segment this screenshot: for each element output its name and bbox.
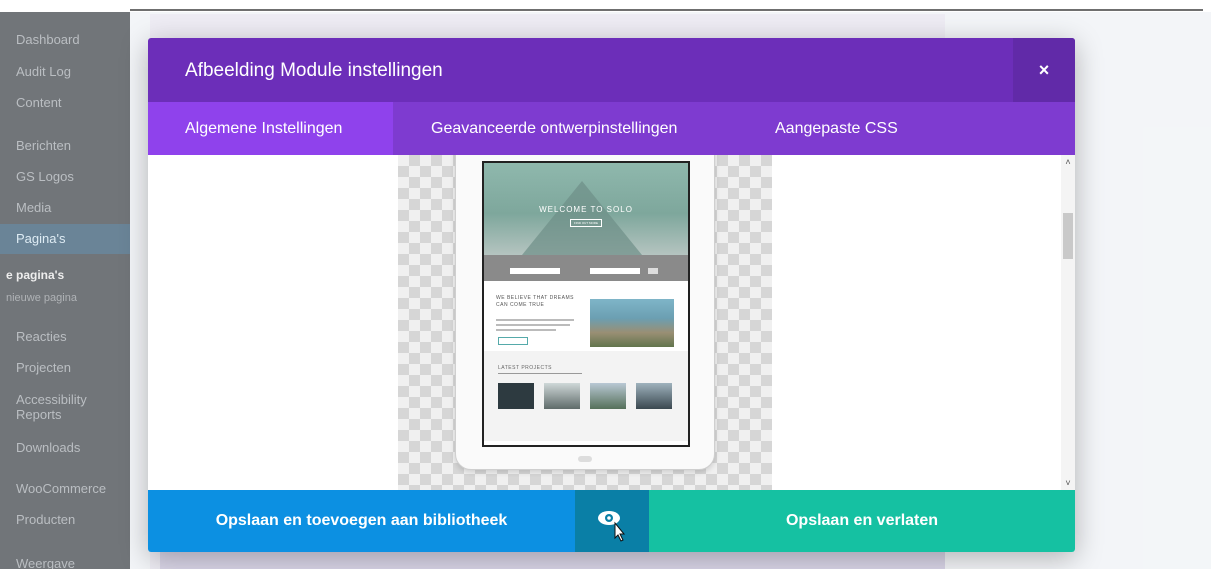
save-and-exit-button[interactable]: Opslaan en verlaten	[649, 490, 1075, 552]
scroll-thumb[interactable]	[1063, 213, 1073, 259]
preview-content-section: WE BELIEVE THAT DREAMS CAN COME TRUE	[484, 281, 688, 351]
save-and-add-to-library-button[interactable]: Opslaan en toevoegen aan bibliotheek	[148, 490, 575, 552]
preview-hero-title: WELCOME TO SOLO	[539, 205, 633, 214]
preview-projects-section: LATEST PROJECTS	[484, 351, 688, 441]
modal-footer: Opslaan en toevoegen aan bibliotheek Ops…	[148, 490, 1075, 552]
eye-cursor-icon	[598, 511, 626, 542]
preview-project-thumb	[636, 383, 672, 409]
mountain-shape	[522, 181, 642, 255]
tab-general-settings[interactable]: Algemene Instellingen	[148, 102, 393, 155]
settings-tabs: Algemene Instellingen Geavanceerde ontwe…	[148, 102, 1075, 155]
modal-title: Afbeelding Module instellingen	[185, 60, 443, 81]
preview-boardwalk-image	[590, 299, 674, 347]
preview-projects-heading: LATEST PROJECTS	[498, 365, 552, 371]
tablet-mockup-image: WELCOME TO SOLO FIND OUT MORE WE BELIEVE…	[455, 155, 715, 470]
preview-project-thumb	[590, 383, 626, 409]
close-button[interactable]: ×	[1013, 38, 1075, 102]
tablet-screen: WELCOME TO SOLO FIND OUT MORE WE BELIEVE…	[482, 161, 690, 447]
preview-project-thumb	[544, 383, 580, 409]
preview-hero-button: FIND OUT MORE	[570, 219, 602, 227]
tab-custom-css[interactable]: Aangepaste CSS	[775, 102, 898, 155]
vertical-scrollbar[interactable]: ˄ ˅	[1061, 155, 1075, 490]
preview-content-button	[498, 337, 528, 345]
preview-content-heading: WE BELIEVE THAT DREAMS CAN COME TRUE	[496, 295, 574, 308]
scroll-up-arrow-icon[interactable]: ˄	[1061, 155, 1075, 169]
image-preview: WELCOME TO SOLO FIND OUT MORE WE BELIEVE…	[398, 155, 772, 490]
tablet-home-button	[578, 456, 592, 462]
preview-field-1	[510, 268, 560, 274]
preview-project-thumb	[498, 383, 534, 409]
module-settings-modal: Afbeelding Module instellingen × Algemen…	[148, 38, 1075, 552]
preview-divider	[498, 373, 582, 374]
preview-button[interactable]	[575, 490, 649, 552]
preview-search-button	[648, 268, 658, 274]
tab-advanced-design-settings[interactable]: Geavanceerde ontwerpinstellingen	[431, 102, 677, 155]
modal-body: WELCOME TO SOLO FIND OUT MORE WE BELIEVE…	[148, 155, 1075, 490]
preview-search-band	[484, 255, 688, 281]
preview-text-lines	[496, 319, 576, 334]
preview-field-2	[590, 268, 640, 274]
preview-hero: WELCOME TO SOLO FIND OUT MORE	[484, 163, 688, 255]
modal-header: Afbeelding Module instellingen ×	[148, 38, 1075, 102]
scroll-down-arrow-icon[interactable]: ˅	[1061, 476, 1075, 490]
